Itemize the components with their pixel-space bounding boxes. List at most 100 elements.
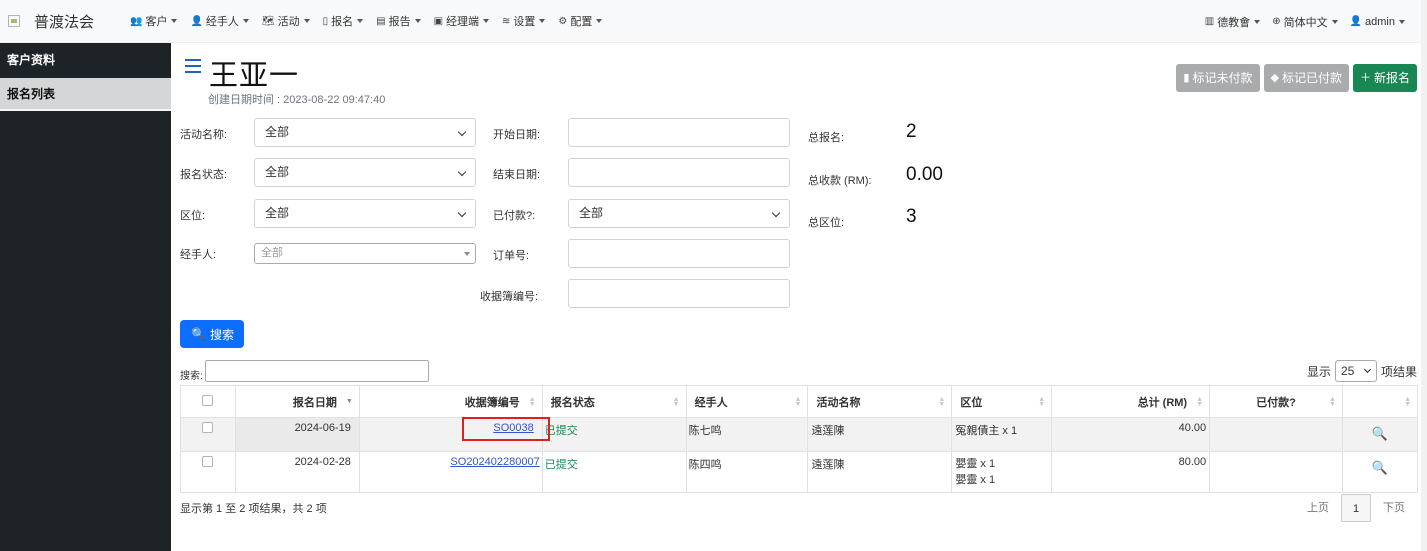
nav-manager[interactable]: ▣ 经理端 bbox=[434, 13, 490, 29]
nav-config[interactable]: ⚙ 配置 bbox=[558, 13, 603, 29]
sidebar-item-registration-list[interactable]: 报名列表 bbox=[0, 78, 171, 111]
mark-paid-button[interactable]: ◆ 标记已付款 bbox=[1263, 64, 1349, 92]
chevron-down-icon bbox=[457, 208, 467, 218]
total-collected-value: 0.00 bbox=[906, 164, 943, 185]
nav-activities[interactable]: 🗺 活动 bbox=[262, 13, 310, 29]
total-zones-label: 总区位: bbox=[808, 217, 845, 229]
cell-date: 2024-06-19 bbox=[234, 417, 360, 452]
view-magnifier-icon[interactable]: 🔍 bbox=[1351, 460, 1409, 476]
page-subtitle: 创建日期时间 : 2023-08-22 09:47:40 bbox=[208, 94, 386, 106]
page-1-button[interactable]: 1 bbox=[1341, 494, 1371, 522]
header-actions[interactable]: ▲ ▼ bbox=[1341, 385, 1419, 418]
gear-icon: ⚙ bbox=[558, 15, 568, 27]
nav-reports[interactable]: ▤ 报告 bbox=[376, 13, 421, 29]
receipt-book-input[interactable] bbox=[568, 279, 790, 308]
end-date-input[interactable] bbox=[568, 158, 790, 187]
cell-activity: 遠莲陳 bbox=[807, 417, 953, 452]
header-paid[interactable]: 已付款? ▲ ▼ bbox=[1209, 385, 1343, 418]
header-zone[interactable]: 区位 ▲ ▼ bbox=[951, 385, 1053, 418]
select-all-checkbox[interactable] bbox=[202, 394, 214, 406]
activity-select[interactable]: 全部 bbox=[254, 118, 476, 147]
highlight-annotation bbox=[462, 417, 550, 441]
file-icon: ▮ bbox=[1183, 72, 1190, 84]
activity-filter-label: 活动名称: bbox=[180, 129, 228, 141]
table-row[interactable]: 2024-02-28 SO202402280007 已提交 陈四鸣 遠莲陳 嬰靈… bbox=[180, 451, 1419, 493]
status-filter-label: 报名状态: bbox=[180, 169, 228, 181]
paid-select[interactable]: 全部 bbox=[568, 199, 790, 228]
row-checkbox[interactable] bbox=[202, 456, 214, 467]
header-receipt[interactable]: 收据簿编号 ▲ ▼ bbox=[358, 385, 543, 418]
nav-language[interactable]: ⊕ 简体中文 bbox=[1272, 14, 1338, 30]
nav-registration[interactable]: ▯ 报名 bbox=[323, 13, 364, 29]
brand[interactable]: 普渡法会 bbox=[8, 11, 116, 32]
person-icon: 👤 bbox=[1349, 16, 1363, 27]
table-info: 显示第 1 至 2 项结果，共 2 项 bbox=[180, 503, 327, 515]
nav-organization[interactable]: ▥ 德教會 bbox=[1205, 14, 1261, 30]
header-activity[interactable]: 活动名称 ▲ ▼ bbox=[807, 385, 953, 418]
receipt-link[interactable]: SO202402280007 bbox=[450, 456, 539, 468]
caret-down-icon bbox=[171, 19, 178, 23]
main-menu: 👥 客户 👤 经手人 🗺 活动 ▯ 报名 ▤ 报告 ▣ 经理端 ≋ 设置 ⚙ 配置 bbox=[130, 13, 615, 29]
sort-icon: ▲ ▼ bbox=[1196, 396, 1204, 408]
sort-icon: ▲ ▼ bbox=[794, 396, 802, 408]
cell-agent: 陈七鸣 bbox=[685, 417, 809, 452]
cell-total: 40.00 bbox=[1051, 417, 1211, 452]
top-navbar: 普渡法会 👥 客户 👤 经手人 🗺 活动 ▯ 报名 ▤ 报告 ▣ 经理端 ≋ 设置 ⚙ 配置 ▥… bbox=[0, 0, 1427, 43]
header-date[interactable]: 报名日期 ▼ bbox=[234, 385, 360, 418]
sidebar: 客户资料 报名列表 bbox=[0, 43, 171, 551]
caret-down-icon bbox=[596, 19, 603, 23]
order-number-input[interactable] bbox=[568, 239, 790, 268]
cell-status: 已提交 bbox=[541, 451, 687, 493]
header-status[interactable]: 报名状态 ▲ ▼ bbox=[541, 385, 687, 418]
new-registration-button[interactable]: ＋新报名 bbox=[1352, 64, 1417, 92]
search-button[interactable]: 🔍 搜索 bbox=[180, 320, 244, 348]
cell-zone: 嬰靈 x 1 嬰靈 x 1 bbox=[951, 451, 1053, 493]
total-zones-value: 3 bbox=[906, 206, 917, 227]
caret-down-icon bbox=[357, 19, 364, 23]
prev-page-button[interactable]: 上页 bbox=[1295, 494, 1341, 522]
status-select[interactable]: 全部 bbox=[254, 158, 476, 187]
nav-agents[interactable]: 👤 经手人 bbox=[190, 13, 249, 29]
start-date-input[interactable] bbox=[568, 118, 790, 147]
next-page-button[interactable]: 下页 bbox=[1371, 494, 1417, 522]
paid-filter-label: 已付款?: bbox=[493, 210, 536, 222]
file-icon: ▯ bbox=[322, 15, 329, 27]
chevron-down-icon bbox=[1363, 365, 1372, 374]
globe-icon: ⊕ bbox=[1272, 16, 1281, 27]
nav-user[interactable]: 👤 admin bbox=[1350, 16, 1405, 28]
header-agent[interactable]: 经手人 ▲ ▼ bbox=[685, 385, 809, 418]
action-buttons: ▮ 标记未付款 ◆ 标记已付款 ＋新报名 bbox=[1172, 64, 1417, 92]
select-all-header[interactable] bbox=[180, 385, 236, 418]
caret-down-icon bbox=[1399, 19, 1405, 24]
registration-table: 报名日期 ▼ 收据簿编号 ▲ ▼ 报名状态 ▲ ▼ 经手人 ▲ ▼ 活动名称 ▲ ▼ 区位 ▲ ▼ 总… bbox=[180, 385, 1419, 493]
header-total[interactable]: 总计 (RM) ▲ ▼ bbox=[1051, 385, 1211, 418]
page-length-control: 显示 25 项结果 bbox=[1307, 360, 1417, 382]
page-title: 王亚一 bbox=[209, 60, 300, 92]
nav-customers[interactable]: 👥 客户 bbox=[130, 13, 178, 29]
sort-icon: ▲ ▼ bbox=[528, 396, 536, 408]
caret-down-icon bbox=[464, 252, 470, 256]
receipt-book-label: 收据簿编号: bbox=[480, 291, 539, 303]
menu-toggle-icon[interactable] bbox=[185, 59, 201, 73]
nav-settings[interactable]: ≋ 设置 bbox=[502, 13, 546, 29]
sidebar-item-customer-info[interactable]: 客户资料 bbox=[0, 43, 171, 77]
sliders-icon: ≋ bbox=[502, 15, 511, 27]
brand-logo-icon bbox=[8, 15, 20, 27]
users-icon: 👥 bbox=[130, 15, 143, 27]
caret-down-icon bbox=[483, 19, 490, 23]
table-search-input[interactable] bbox=[205, 360, 429, 382]
row-checkbox[interactable] bbox=[202, 422, 214, 433]
caret-down-icon bbox=[303, 19, 310, 23]
sort-icon: ▲ ▼ bbox=[1404, 396, 1411, 408]
zone-select[interactable]: 全部 bbox=[254, 199, 476, 228]
chevron-down-icon bbox=[457, 127, 467, 137]
cell-actions: 🔍 bbox=[1341, 451, 1419, 493]
page-length-select[interactable]: 25 bbox=[1334, 360, 1377, 382]
brand-name: 普渡法会 bbox=[34, 13, 95, 31]
total-collected-label: 总收款 (RM): bbox=[808, 175, 872, 187]
cell-receipt: SO202402280007 bbox=[358, 451, 543, 493]
agent-select[interactable]: 全部 bbox=[254, 243, 476, 264]
table-row[interactable]: 2024-06-19 SO0038 已提交 陈七鸣 遠莲陳 冤親債主 x 1 4… bbox=[180, 417, 1419, 452]
view-magnifier-icon[interactable]: 🔍 bbox=[1351, 426, 1409, 442]
mark-unpaid-button[interactable]: ▮ 标记未付款 bbox=[1176, 64, 1260, 92]
